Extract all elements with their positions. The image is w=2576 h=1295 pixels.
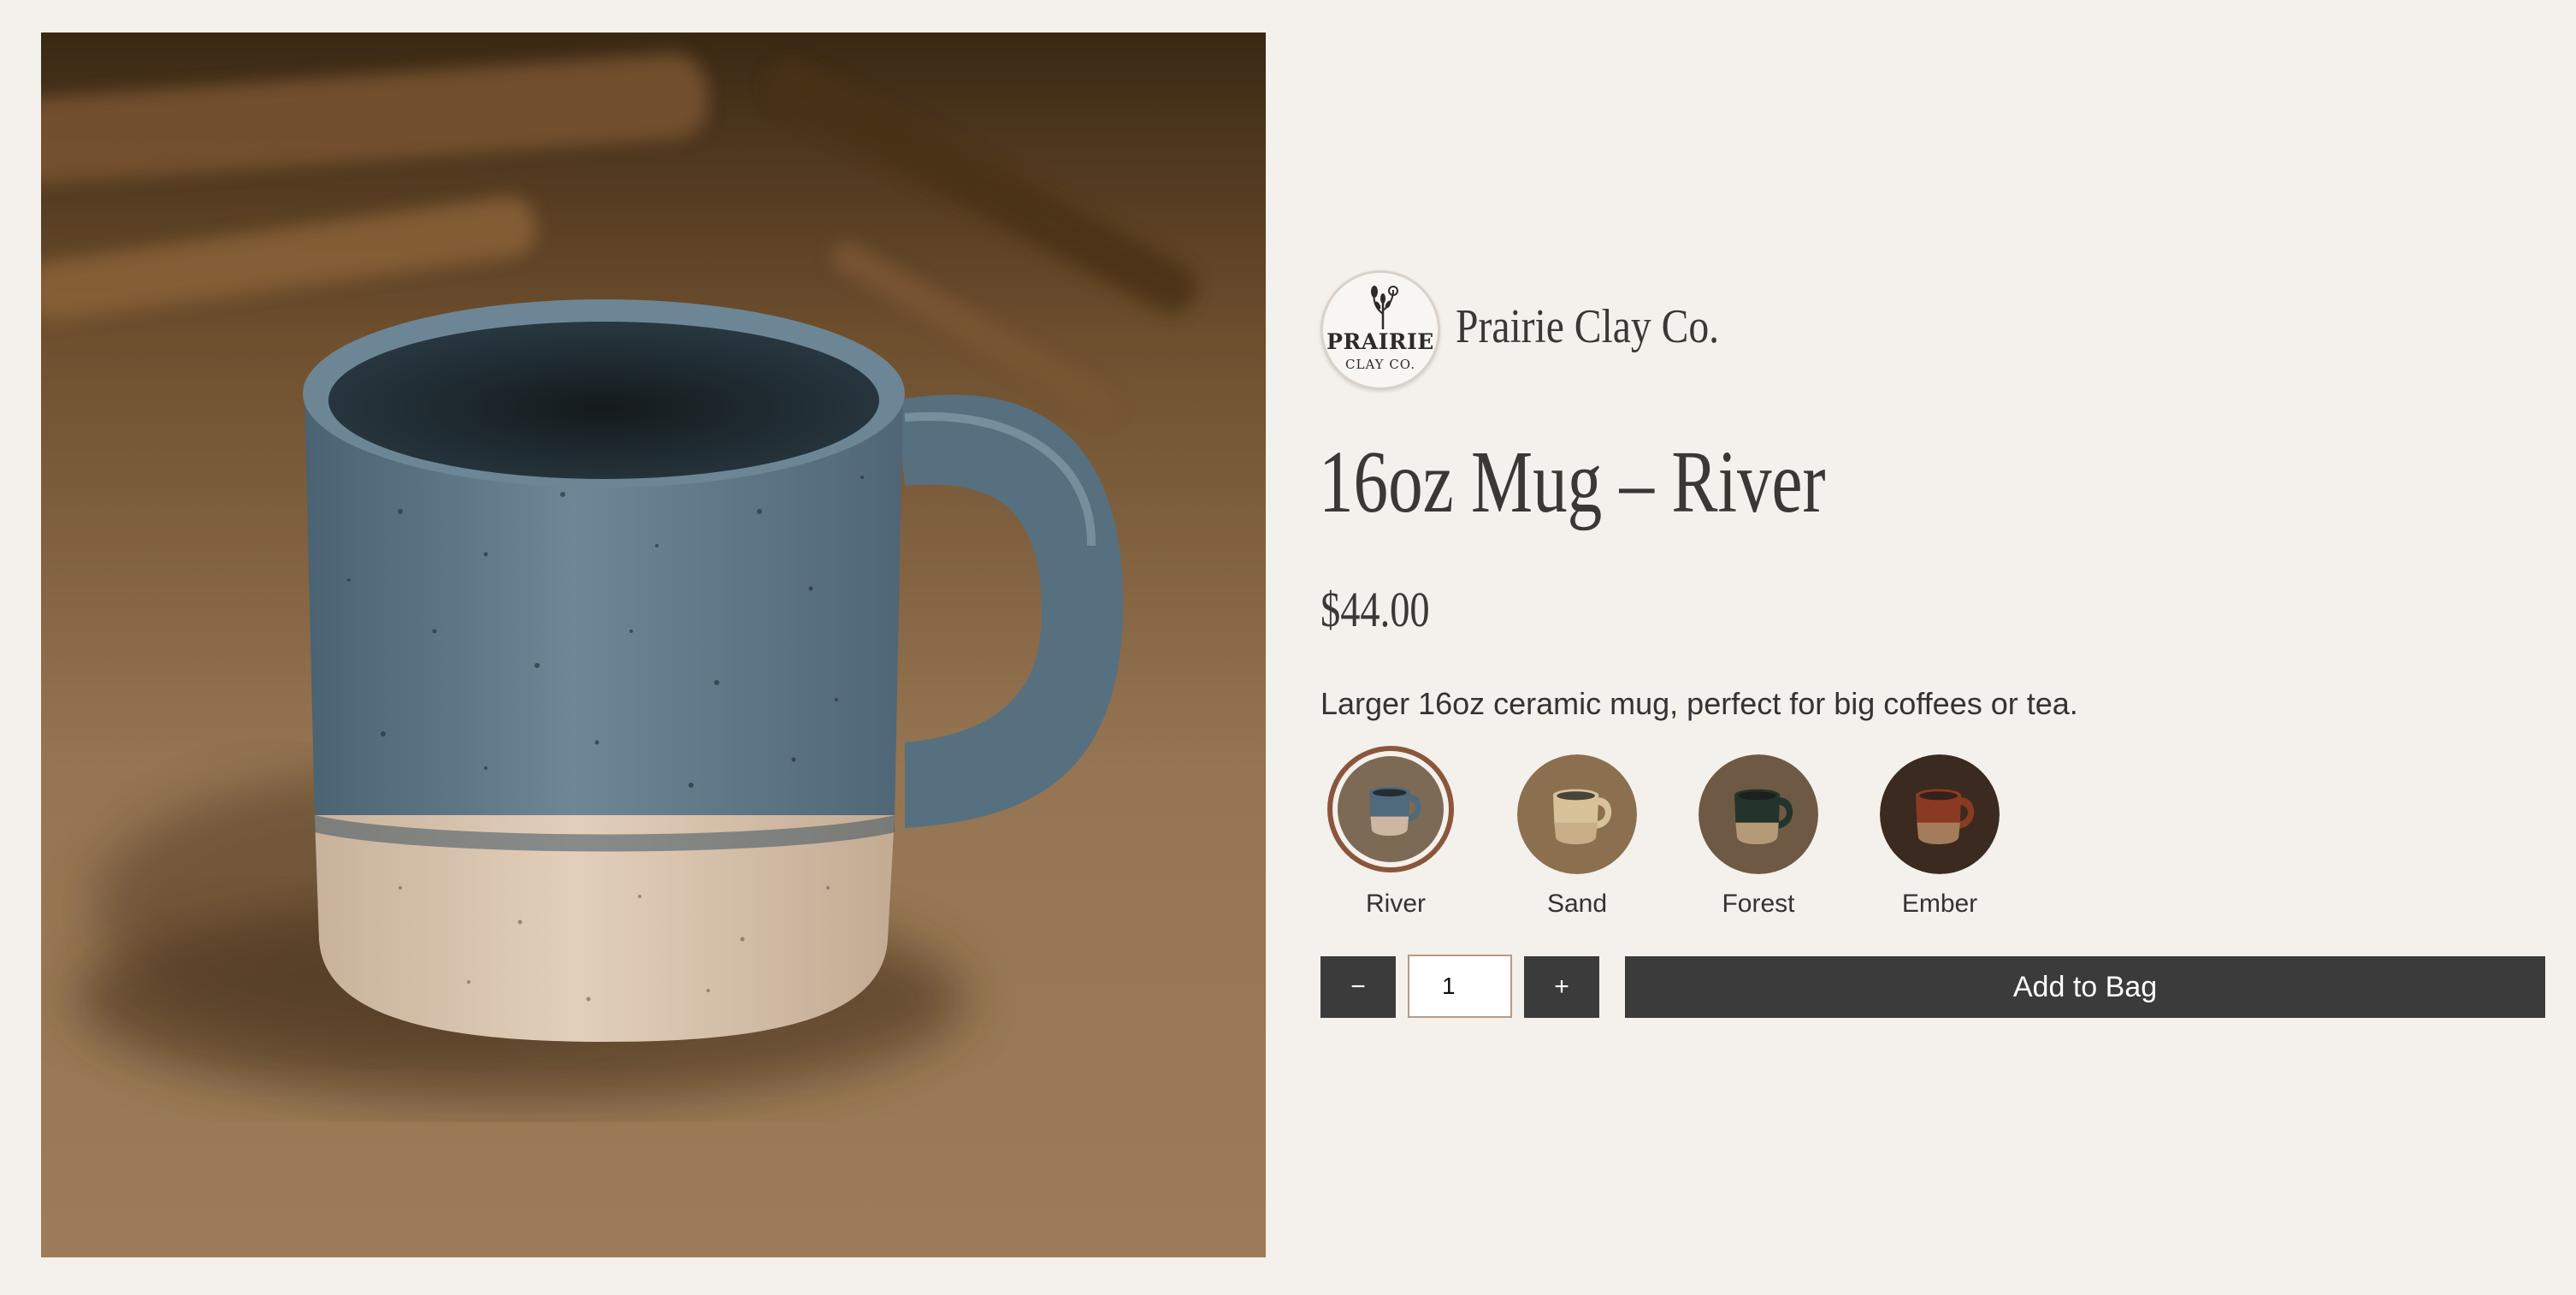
mug-thumbnail-icon (1699, 754, 1818, 874)
product-price: $44.00 (1320, 582, 1430, 637)
quantity-input[interactable] (1408, 955, 1512, 1018)
product-photo (41, 33, 1266, 1257)
product-title: 16oz Mug – River (1319, 433, 1826, 531)
swatch-forest[interactable]: Forest (1690, 746, 1835, 931)
swatch-label: Ember (1901, 890, 1978, 918)
increment-quantity-button[interactable]: + (1524, 956, 1599, 1018)
swatch-image (1517, 754, 1637, 874)
mug-thumbnail-icon (1880, 754, 2000, 874)
swatch-image (1880, 754, 2000, 874)
product-description: Larger 16oz ceramic mug, perfect for big… (1320, 686, 2078, 721)
decrement-quantity-button[interactable]: − (1320, 956, 1396, 1018)
brand-logo[interactable]: PRAIRIE CLAY CO. (1320, 270, 1440, 390)
swatch-image (1327, 746, 1454, 872)
swatch-label: Forest (1722, 890, 1795, 918)
swatch-sand[interactable]: Sand (1509, 746, 1654, 931)
logo-wordmark: PRAIRIE (1326, 329, 1434, 354)
mug-photo-icon (41, 33, 1266, 1257)
add-to-bag-button[interactable]: Add to Bag (1625, 956, 2545, 1018)
wheat-sprig-icon (1371, 286, 1398, 329)
swatch-ember[interactable]: Ember (1871, 746, 2017, 931)
mug-thumbnail-icon (1338, 756, 1444, 862)
swatch-label: Sand (1546, 890, 1608, 918)
swatch-label: River (1365, 890, 1426, 918)
mug-thumbnail-icon (1517, 754, 1637, 874)
swatch-river[interactable]: River (1327, 746, 1473, 931)
logo-subtext: CLAY CO. (1345, 357, 1415, 372)
brand-name[interactable]: Prairie Clay Co. (1456, 299, 1719, 354)
swatch-image (1699, 754, 1818, 874)
